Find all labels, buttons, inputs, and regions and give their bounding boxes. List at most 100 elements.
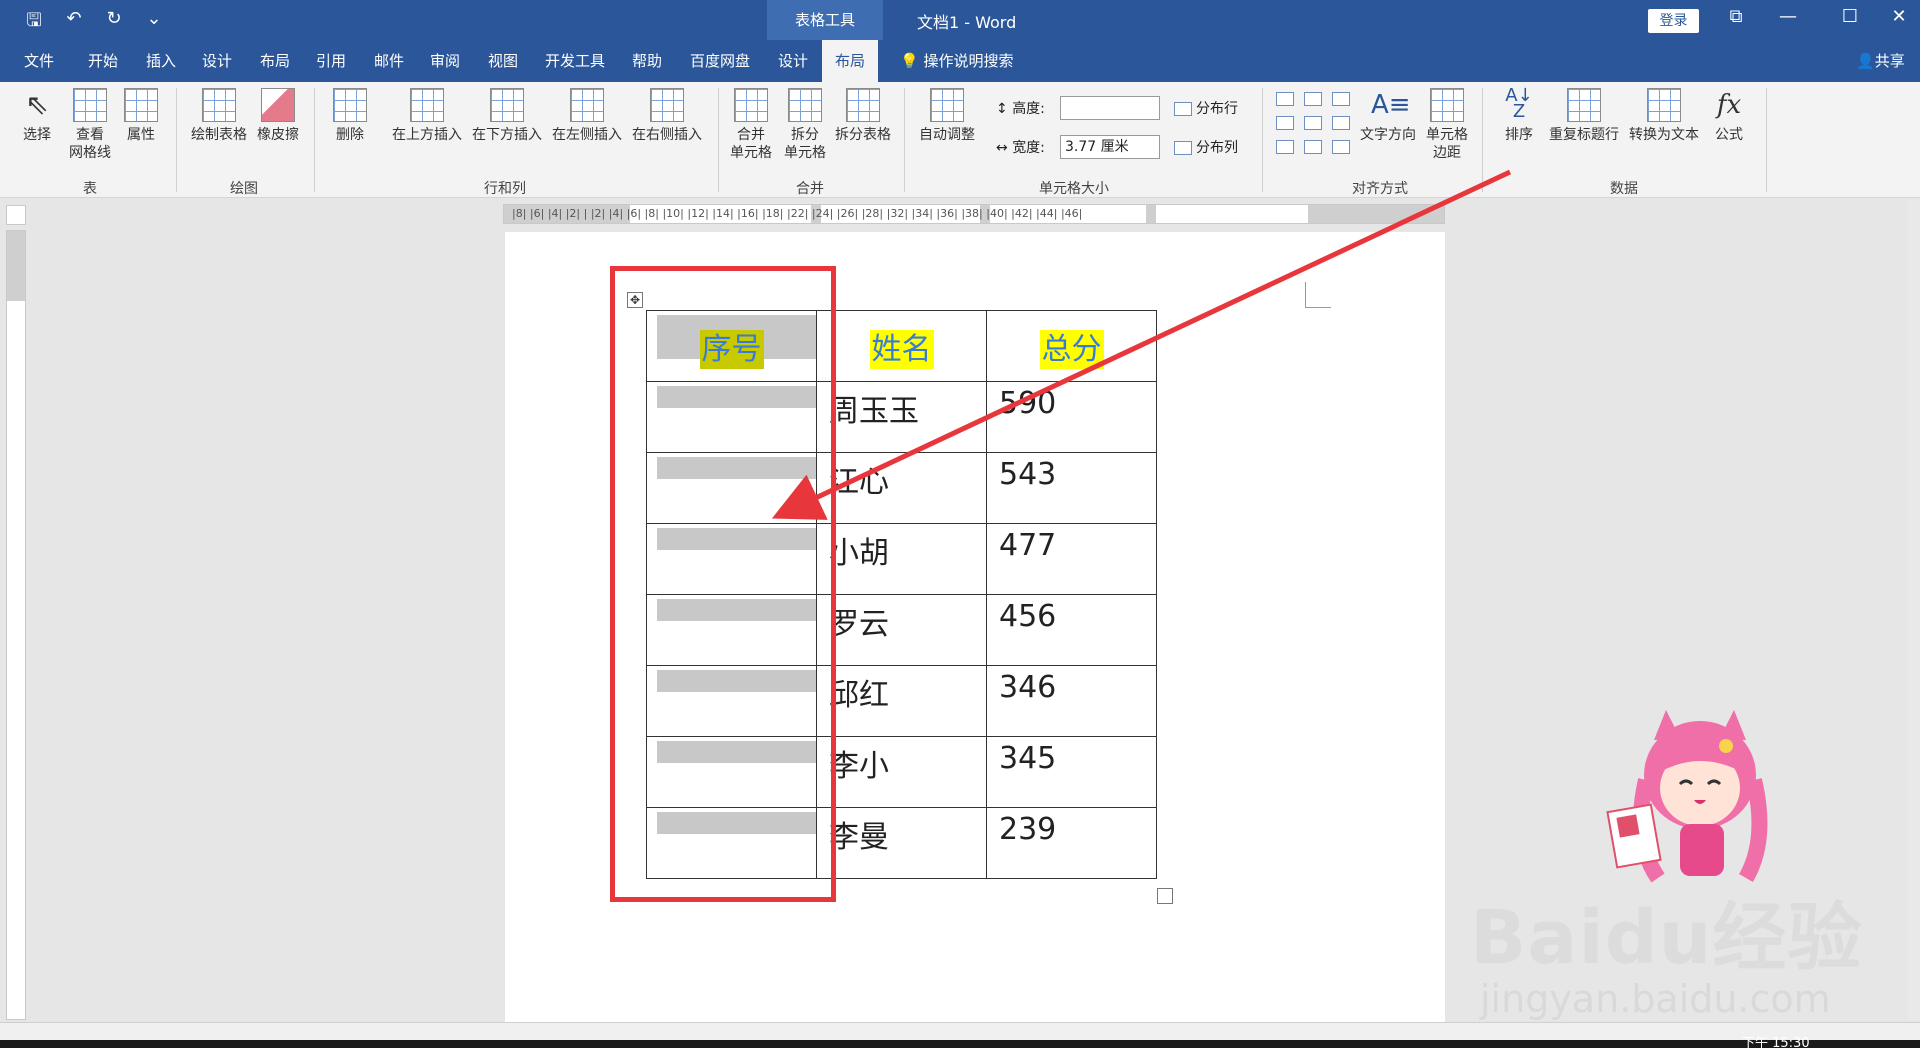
split-table-button[interactable]: 拆分表格 <box>830 88 896 144</box>
properties-icon <box>124 88 158 122</box>
insert-above-button[interactable]: 在上方插入 <box>388 88 466 144</box>
score-cell[interactable]: 345 <box>986 736 1157 808</box>
align-bottom-left-icon[interactable] <box>1276 140 1294 154</box>
person-icon: 👤 <box>1856 52 1875 70</box>
tab-baidu-netdisk[interactable]: 百度网盘 <box>680 40 760 82</box>
properties-button[interactable]: 属性 <box>118 88 164 144</box>
formula-label: 公式 <box>1715 127 1743 143</box>
watermark-logo-text: Baidu经验 <box>1470 895 1863 981</box>
tab-file[interactable]: 文件 <box>14 40 64 82</box>
vertical-scrollbar[interactable] <box>1908 200 1920 1020</box>
distribute-cols-button[interactable]: 分布列 <box>1174 137 1238 157</box>
align-middle-center-icon[interactable] <box>1304 116 1322 130</box>
tab-developer[interactable]: 开发工具 <box>536 40 614 82</box>
delete-button[interactable]: 删除 <box>326 88 374 144</box>
score-cell[interactable]: 477 <box>986 523 1157 595</box>
distribute-rows-button[interactable]: 分布行 <box>1174 98 1238 118</box>
header-name: 姓名 <box>869 330 934 369</box>
ruler-column-marker[interactable] <box>1146 205 1156 223</box>
repeat-header-label: 重复标题行 <box>1549 127 1619 143</box>
score-cell[interactable]: 456 <box>986 594 1157 666</box>
tell-me-search[interactable]: 💡 操作说明搜索 <box>900 40 1013 82</box>
insert-below-button[interactable]: 在下方插入 <box>468 88 546 144</box>
tab-layout[interactable]: 布局 <box>250 40 300 82</box>
formula-button[interactable]: fx 公式 <box>1708 88 1750 144</box>
insert-right-icon <box>650 88 684 122</box>
view-gridlines-button[interactable]: 查看 网格线 <box>62 88 118 162</box>
ruler-tab-selector[interactable] <box>6 205 26 225</box>
align-bottom-center-icon[interactable] <box>1304 140 1322 154</box>
tab-design[interactable]: 设计 <box>192 40 242 82</box>
name-cell[interactable]: 李小 <box>816 736 987 808</box>
height-field[interactable] <box>1060 96 1160 120</box>
minimize-icon[interactable]: — <box>1773 6 1803 27</box>
cell-margins-icon <box>1430 88 1464 122</box>
align-bottom-right-icon[interactable] <box>1332 140 1350 154</box>
align-middle-right-icon[interactable] <box>1332 116 1350 130</box>
repeat-header-button[interactable]: 重复标题行 <box>1544 88 1624 144</box>
merge-cells-button[interactable]: 合并 单元格 <box>726 88 776 162</box>
view-gridlines-label: 查看 网格线 <box>69 127 111 161</box>
convert-to-text-button[interactable]: 转换为文本 <box>1624 88 1704 144</box>
save-icon[interactable]: 🖫 <box>22 8 46 38</box>
select-button[interactable]: ⇖ 选择 <box>14 88 60 144</box>
login-button[interactable]: 登录 <box>1648 9 1699 33</box>
horizontal-ruler[interactable]: |8| |6| |4| |2| | |2| |4| |6| |8| |10| |… <box>503 204 1445 224</box>
tab-view[interactable]: 视图 <box>478 40 528 82</box>
split-table-label: 拆分表格 <box>835 127 891 143</box>
vertical-ruler[interactable] <box>6 230 26 1020</box>
close-icon[interactable]: ✕ <box>1884 6 1914 27</box>
name-cell[interactable]: 李曼 <box>816 807 987 879</box>
tab-mailings[interactable]: 邮件 <box>364 40 414 82</box>
tab-references[interactable]: 引用 <box>306 40 356 82</box>
insert-right-button[interactable]: 在右侧插入 <box>628 88 706 144</box>
cell-margins-button[interactable]: 单元格 边距 <box>1422 88 1472 162</box>
ribbon-display-options-icon[interactable]: ⧉ <box>1721 6 1751 27</box>
table-resize-handle[interactable] <box>1157 888 1173 904</box>
autofit-button[interactable]: 自动调整 <box>914 88 980 144</box>
table-header-cell[interactable]: 总分 <box>986 310 1157 382</box>
name-cell[interactable]: 邱红 <box>816 665 987 737</box>
score-cell[interactable]: 239 <box>986 807 1157 879</box>
undo-icon[interactable]: ↶ <box>62 8 86 38</box>
name-cell[interactable]: 周玉玉 <box>816 381 987 453</box>
score-text: 346 <box>999 670 1057 705</box>
align-top-right-icon[interactable] <box>1332 92 1350 106</box>
align-top-center-icon[interactable] <box>1304 92 1322 106</box>
tab-home[interactable]: 开始 <box>78 40 128 82</box>
draw-table-button[interactable]: 绘制表格 <box>186 88 252 144</box>
insert-left-button[interactable]: 在左侧插入 <box>548 88 626 144</box>
tab-help[interactable]: 帮助 <box>622 40 672 82</box>
cell-margins-label: 单元格 边距 <box>1426 127 1468 161</box>
tab-insert[interactable]: 插入 <box>136 40 186 82</box>
share-button[interactable]: 👤共享 <box>1856 40 1905 82</box>
insert-below-icon <box>490 88 524 122</box>
name-cell[interactable]: 小胡 <box>816 523 987 595</box>
tab-table-design[interactable]: 设计 <box>767 40 819 82</box>
text-direction-button[interactable]: A≡ 文字方向 <box>1356 88 1420 144</box>
score-text: 477 <box>999 528 1057 563</box>
eraser-label: 橡皮擦 <box>257 127 299 143</box>
eraser-button[interactable]: 橡皮擦 <box>254 88 302 144</box>
maximize-icon[interactable]: ☐ <box>1835 6 1865 27</box>
name-cell[interactable]: 江心 <box>816 452 987 524</box>
tab-table-layout[interactable]: 布局 <box>822 40 878 82</box>
mascot-illustration <box>1606 710 1768 883</box>
cursor-icon: ⇖ <box>25 88 49 121</box>
redo-icon[interactable]: ↻ <box>102 8 126 38</box>
ribbon-separator <box>1766 88 1767 192</box>
customize-icon[interactable]: ⌄ <box>142 8 166 38</box>
score-cell[interactable]: 543 <box>986 452 1157 524</box>
align-top-left-icon[interactable] <box>1276 92 1294 106</box>
tab-review[interactable]: 审阅 <box>420 40 470 82</box>
align-middle-left-icon[interactable] <box>1276 116 1294 130</box>
table-header-cell[interactable]: 姓名 <box>816 310 987 382</box>
sort-button[interactable]: A↓ Z 排序 <box>1498 87 1540 144</box>
group-label-rows-cols: 行和列 <box>484 181 526 197</box>
score-cell[interactable]: 590 <box>986 381 1157 453</box>
width-field[interactable]: 3.77 厘米 <box>1060 135 1160 159</box>
name-cell[interactable]: 罗云 <box>816 594 987 666</box>
score-cell[interactable]: 346 <box>986 665 1157 737</box>
split-cells-button[interactable]: 拆分 单元格 <box>780 88 830 162</box>
split-table-icon <box>846 88 880 122</box>
